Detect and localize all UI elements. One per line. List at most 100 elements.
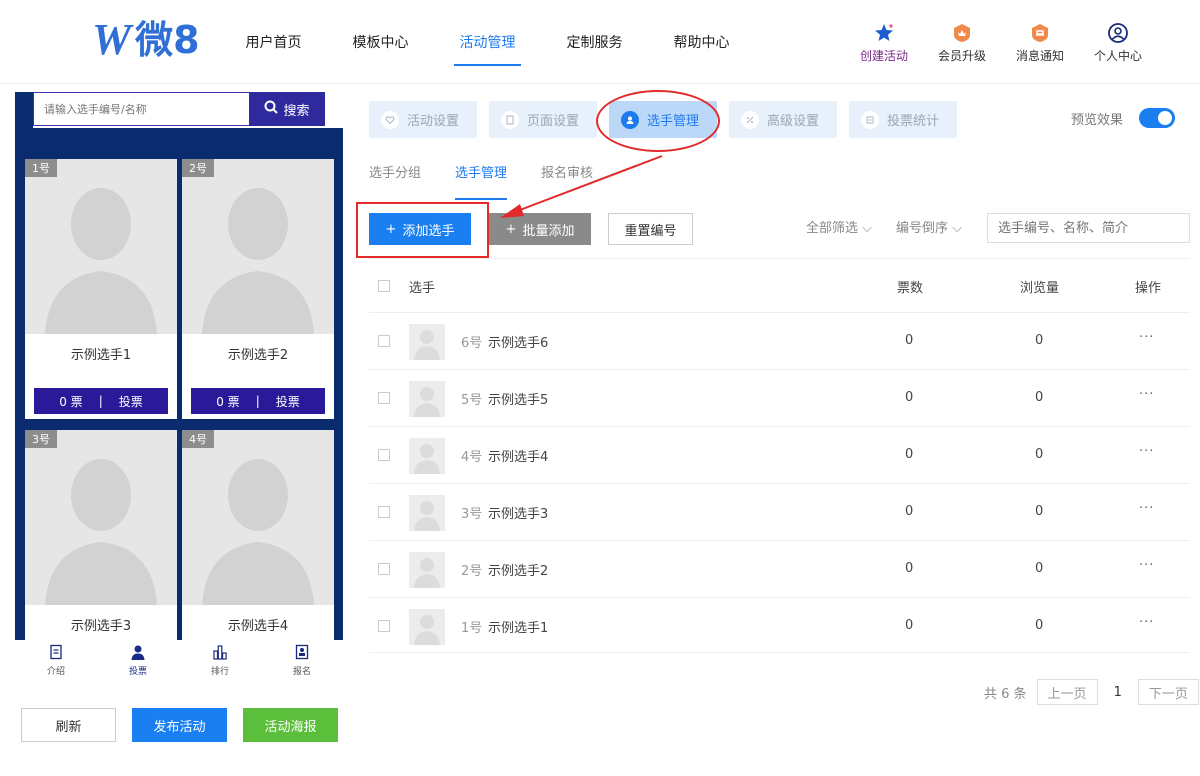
step-label: 选手管理 — [647, 114, 700, 129]
vote-label: 投票 — [275, 394, 300, 409]
table-row: 1号 示例选手1 0 0 ··· — [369, 597, 1190, 654]
nav-item-custom-service[interactable]: 定制服务 — [541, 0, 648, 84]
batch-add-button[interactable]: + 批量添加 — [489, 213, 591, 245]
mobile-tab-ranking[interactable]: 排行 — [179, 640, 261, 682]
publish-activity-button[interactable]: 发布活动 — [132, 708, 227, 742]
player-thumbnail — [409, 609, 445, 645]
player-thumbnail — [409, 381, 445, 417]
player-votes: 0 — [905, 333, 914, 348]
filter-all-label: 全部筛选 — [806, 221, 859, 236]
more-actions-button[interactable]: ··· — [1139, 387, 1154, 402]
player-card[interactable]: 2号 示例选手2 0 票 | 投票 — [182, 159, 334, 419]
table-row: 2号 示例选手2 0 0 ··· — [369, 540, 1190, 597]
personal-center-button[interactable]: 个人中心 — [1090, 22, 1146, 64]
member-upgrade-button[interactable]: 会员升级 — [934, 22, 990, 64]
user-icon — [131, 645, 145, 660]
tab-signup-review[interactable]: 报名审核 — [541, 160, 593, 200]
add-player-button[interactable]: + 添加选手 — [369, 213, 471, 245]
chevron-down-icon: ⌵ — [952, 221, 963, 236]
player-card[interactable]: 3号 示例选手3 — [25, 430, 177, 640]
settings-steps: 活动设置 页面设置 选手管理 高级设置 投票统计 — [369, 101, 957, 138]
more-actions-button[interactable]: ··· — [1139, 615, 1154, 630]
mobile-preview: 搜索 1号 示例选手1 0 票 | 投票 2号 示例选手2 0 票 | — [15, 92, 343, 640]
mobile-tab-intro[interactable]: 介绍 — [15, 640, 97, 682]
table-row: 3号 示例选手3 0 0 ··· — [369, 483, 1190, 540]
more-actions-button[interactable]: ··· — [1139, 501, 1154, 516]
logo-w-mark: W — [92, 15, 132, 64]
preview-search-button[interactable]: 搜索 — [249, 92, 325, 126]
player-views: 0 — [1035, 447, 1044, 462]
mobile-tab-bar: 介绍 投票 排行 报名 — [15, 640, 343, 682]
star-icon — [873, 22, 895, 44]
mobile-tab-vote[interactable]: 投票 — [97, 640, 179, 682]
player-card[interactable]: 4号 示例选手4 — [182, 430, 334, 640]
next-page-button[interactable]: 下一页 — [1137, 679, 1199, 705]
player-votes: 0 — [905, 447, 914, 462]
vote-button[interactable]: 0 票 | 投票 — [34, 388, 168, 414]
search-button-label: 搜索 — [283, 103, 310, 119]
step-vote-statistics[interactable]: 投票统计 — [849, 101, 957, 138]
more-actions-button[interactable]: ··· — [1139, 444, 1154, 459]
vote-button[interactable]: 0 票 | 投票 — [191, 388, 325, 414]
prev-page-button[interactable]: 上一页 — [1036, 679, 1098, 705]
reset-numbers-button[interactable]: 重置编号 — [608, 213, 693, 245]
notifications-label: 消息通知 — [1015, 49, 1064, 63]
more-actions-button[interactable]: ··· — [1139, 558, 1154, 573]
step-player-management[interactable]: 选手管理 — [609, 101, 717, 138]
mobile-tab-label: 排行 — [210, 667, 229, 677]
step-advanced-settings[interactable]: 高级设置 — [729, 101, 837, 138]
player-number: 3号 — [461, 507, 483, 522]
player-views: 0 — [1035, 561, 1044, 576]
tab-player-management[interactable]: 选手管理 — [455, 160, 508, 200]
activity-poster-button[interactable]: 活动海报 — [243, 708, 338, 742]
row-checkbox[interactable] — [378, 392, 390, 404]
user-circle-icon — [1107, 22, 1129, 44]
chevron-down-icon: ⌵ — [862, 221, 873, 236]
more-actions-button[interactable]: ··· — [1139, 330, 1154, 345]
nav-item-help-center[interactable]: 帮助中心 — [648, 0, 755, 84]
add-player-label: 添加选手 — [402, 223, 455, 239]
preview-search-bar: 搜索 — [33, 92, 343, 128]
vote-divider: | — [98, 394, 103, 408]
select-all-checkbox[interactable] — [378, 280, 390, 292]
row-checkbox[interactable] — [378, 335, 390, 347]
step-page-settings[interactable]: 页面设置 — [489, 101, 597, 138]
player-toolbar: + 添加选手 + 批量添加 重置编号 全部筛选 ⌵ 编号倒序 ⌵ — [369, 213, 1190, 245]
step-activity-settings[interactable]: 活动设置 — [369, 101, 477, 138]
batch-add-label: 批量添加 — [522, 223, 575, 239]
nav-item-home[interactable]: 用户首页 — [220, 0, 327, 84]
player-name: 示例选手3 — [488, 507, 549, 522]
player-photo-placeholder: 3号 — [25, 430, 177, 605]
player-name: 示例选手3 — [70, 619, 132, 634]
player-number: 1号 — [461, 621, 483, 636]
row-checkbox[interactable] — [378, 563, 390, 575]
avatar-silhouette-icon — [202, 459, 314, 605]
preview-search-input[interactable] — [33, 92, 249, 126]
row-checkbox[interactable] — [378, 449, 390, 461]
nav-item-activity-management[interactable]: 活动管理 — [434, 0, 541, 84]
preview-toggle[interactable] — [1139, 108, 1176, 128]
mobile-tab-signup[interactable]: 报名 — [261, 640, 343, 682]
player-number: 2号 — [461, 564, 483, 579]
refresh-button[interactable]: 刷新 — [21, 708, 116, 742]
vote-count: 0 票 — [59, 394, 83, 409]
nav-item-templates[interactable]: 模板中心 — [327, 0, 434, 84]
logo[interactable]: W 微8 — [92, 15, 200, 64]
create-activity-button[interactable]: 创建活动 — [856, 22, 912, 64]
player-thumbnail — [409, 324, 445, 360]
current-page[interactable]: 1 — [1108, 685, 1128, 700]
row-checkbox[interactable] — [378, 506, 390, 518]
player-number: 5号 — [461, 393, 483, 408]
filter-all-dropdown[interactable]: 全部筛选 ⌵ — [806, 213, 872, 245]
player-card[interactable]: 1号 示例选手1 0 票 | 投票 — [25, 159, 177, 419]
player-search-input[interactable] — [987, 213, 1190, 243]
notifications-button[interactable]: 消息通知 — [1012, 22, 1068, 64]
table-bottom-divider — [369, 652, 1190, 653]
tab-player-groups[interactable]: 选手分组 — [369, 160, 421, 200]
player-number: 6号 — [461, 336, 483, 351]
player-name: 示例选手4 — [227, 619, 289, 634]
pagination: 共 6 条 上一页 1 下一页 — [984, 679, 1199, 705]
player-name: 示例选手6 — [488, 336, 549, 351]
sort-dropdown[interactable]: 编号倒序 ⌵ — [896, 213, 962, 245]
row-checkbox[interactable] — [378, 620, 390, 632]
